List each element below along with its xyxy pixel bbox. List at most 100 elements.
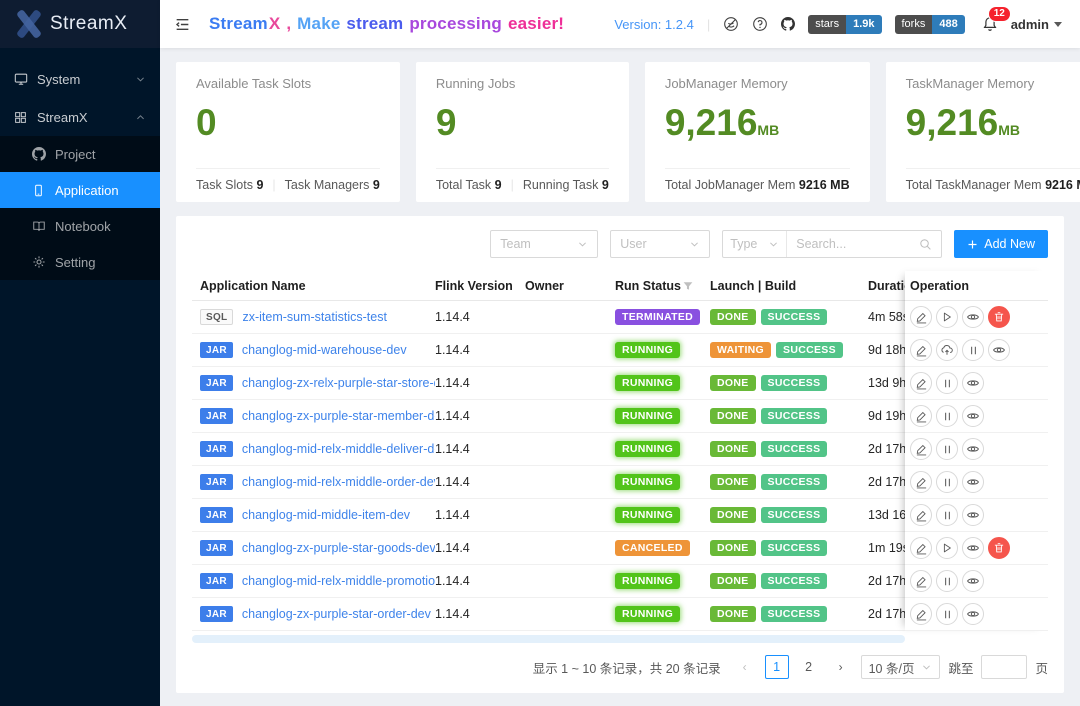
user-menu[interactable]: admin [1011,17,1062,32]
edit-button[interactable] [910,339,932,361]
edit-button[interactable] [910,570,932,592]
detail-button[interactable] [988,339,1010,361]
application-name-link[interactable]: changlog-zx-relx-purple-star-store-dev [242,376,435,390]
detail-button[interactable] [962,570,984,592]
next-page-button[interactable]: › [829,655,853,679]
launch-status-badge: DONE [710,573,756,590]
title-segment: stream [346,14,408,33]
pause-button[interactable] [936,570,958,592]
pause-icon [942,444,953,455]
detail-icon [966,508,980,522]
job-type-tag: JAR [200,606,233,622]
application-name-link[interactable]: changlog-zx-purple-star-goods-dev [242,541,435,555]
application-name-link[interactable]: changlog-zx-purple-star-member-dev [242,409,435,423]
page-number-2[interactable]: 2 [797,655,821,679]
detail-button[interactable] [962,537,984,559]
pause-button[interactable] [962,339,984,361]
user-select[interactable]: User [610,230,710,258]
sidebar-submenu: ProjectApplicationNotebookSetting [0,136,160,280]
sidebar-item-project[interactable]: Project [0,136,160,172]
edit-button[interactable] [910,438,932,460]
edit-button[interactable] [910,306,932,328]
delete-button[interactable] [988,306,1010,328]
team-select[interactable]: Team [490,230,598,258]
add-new-button[interactable]: Add New [954,230,1048,258]
sidebar-item-application[interactable]: Application [0,172,160,208]
column-operation: Operation [905,271,1048,301]
prev-page-button[interactable]: ‹ [733,655,757,679]
github-forks-badge[interactable]: forks 488 [895,15,965,34]
github-icon[interactable] [781,17,795,31]
pause-button[interactable] [936,372,958,394]
launch-status-badge: DONE [710,441,756,458]
edit-button[interactable] [910,537,932,559]
pause-button[interactable] [936,438,958,460]
notification-bell[interactable]: 12 [982,16,998,32]
pause-button[interactable] [936,603,958,625]
edit-button[interactable] [910,405,932,427]
pause-button[interactable] [936,471,958,493]
menu-fold-icon[interactable] [174,16,191,33]
application-name-link[interactable]: changlog-zx-purple-star-order-dev [242,607,431,621]
start-button[interactable] [936,537,958,559]
filter-funnel-icon[interactable] [682,280,694,292]
application-name-link[interactable]: changlog-mid-relx-middle-promotion-dev [242,574,435,588]
page-number-1[interactable]: 1 [765,655,789,679]
application-name-link[interactable]: zx-item-sum-statistics-test [242,310,386,324]
detail-button[interactable] [962,306,984,328]
edit-button[interactable] [910,471,932,493]
sidebar-item-streamx[interactable]: StreamX [0,98,160,136]
filter-bar: Team User Type Search... [192,230,1048,258]
github-stars-badge[interactable]: stars 1.9k [808,15,881,34]
stat-footer-item: Total JobManager Mem 9216 MB [665,178,850,192]
pause-button[interactable] [936,405,958,427]
sidebar-item-system[interactable]: System [0,60,160,98]
network-icon[interactable] [723,16,739,32]
page-size-select[interactable]: 10 条/页 [861,655,941,679]
stat-card-footer: Total JobManager Mem 9216 MB [665,168,850,192]
start-button[interactable] [936,306,958,328]
title-segment: , [281,14,296,33]
edit-icon [915,509,928,522]
title-segment: X [269,14,281,33]
pagination-summary: 显示 1 ~ 10 条记录，共 20 条记录 [533,658,721,677]
pause-button[interactable] [936,504,958,526]
application-name-link[interactable]: changlog-mid-relx-middle-order-dev [242,475,435,489]
sidebar-item-notebook[interactable]: Notebook [0,208,160,244]
type-select[interactable]: Type [723,231,787,257]
help-icon[interactable] [752,16,768,32]
detail-button[interactable] [962,372,984,394]
edit-button[interactable] [910,504,932,526]
detail-button[interactable] [962,405,984,427]
main-area: StreamX , Make stream processing easier!… [160,0,1080,706]
notification-count-badge: 12 [989,7,1010,21]
stat-card-unit: MB [998,122,1020,138]
stat-footer-item: Total Task 9 [436,178,502,192]
detail-icon [966,574,980,588]
search-input[interactable]: Search... [787,231,941,257]
chevron-down-icon [135,74,146,85]
edit-button[interactable] [910,372,932,394]
streamx-logo[interactable]: StreamX [0,0,160,48]
application-name-link[interactable]: changlog-mid-warehouse-dev [242,343,407,357]
duration-cell: 2d 17h [865,475,905,489]
edit-icon [915,443,928,456]
operation-row [905,334,1048,367]
detail-button[interactable] [962,603,984,625]
delete-button[interactable] [988,537,1010,559]
detail-button[interactable] [962,438,984,460]
operation-column: Operation [905,271,1048,631]
edit-button[interactable] [910,603,932,625]
detail-button[interactable] [962,471,984,493]
divider: | [707,17,710,32]
horizontal-scrollbar[interactable] [192,635,905,643]
sidebar-item-setting[interactable]: Setting [0,244,160,280]
flink-version-cell: 1.14.4 [435,607,525,621]
jump-page-input[interactable] [981,655,1027,679]
pause-icon [942,576,953,587]
duration-cell: 2d 17h [865,442,905,456]
application-name-link[interactable]: changlog-mid-relx-middle-deliver-dev [242,442,435,456]
launch-button[interactable] [936,339,958,361]
application-name-link[interactable]: changlog-mid-middle-item-dev [242,508,410,522]
detail-button[interactable] [962,504,984,526]
